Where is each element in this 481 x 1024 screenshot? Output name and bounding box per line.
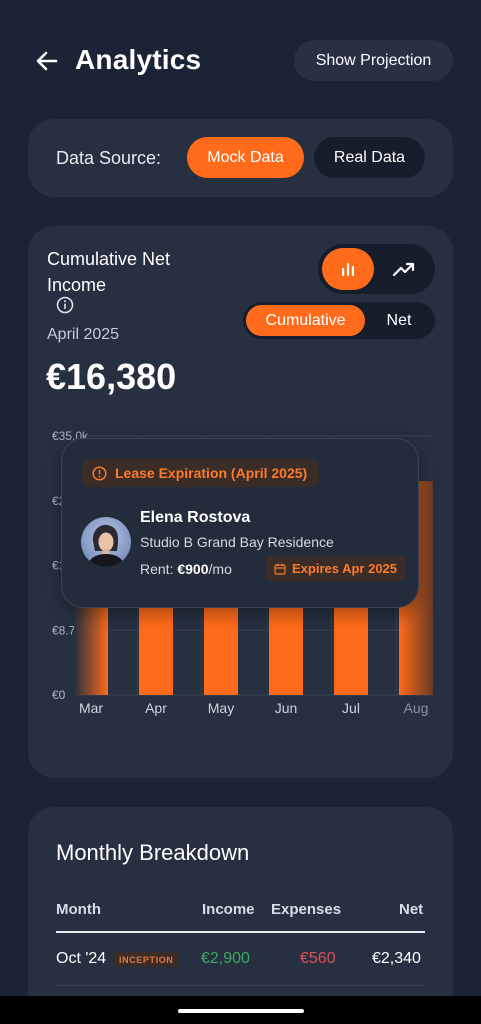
real-data-button[interactable]: Real Data <box>314 137 425 178</box>
rent-unit: /mo <box>208 561 232 577</box>
lease-expiration-badge: Lease Expiration (April 2025) <box>82 459 320 487</box>
column-header-expenses: Expenses <box>271 901 342 918</box>
x-tick-label: May <box>208 700 234 716</box>
row-divider <box>56 985 425 986</box>
x-tick-label: Aug <box>404 700 429 716</box>
rent-value: €900 <box>177 561 209 577</box>
alert-circle-icon <box>92 465 107 481</box>
page-title: Analytics <box>75 44 202 75</box>
monthly-breakdown-card: Monthly Breakdown Month Income Expenses … <box>28 807 453 1024</box>
property-name: Studio B Grand Bay Residence <box>140 534 334 550</box>
data-source-label: Data Source: <box>56 148 162 168</box>
y-tick-label: €0 <box>52 688 66 702</box>
analytics-screen: Analytics Show Projection Data Source: M… <box>0 0 481 1024</box>
lease-expiration-text: Lease Expiration (April 2025) <box>115 465 308 481</box>
column-header-income: Income <box>202 901 255 918</box>
inception-badge: INCEPTION <box>114 952 179 967</box>
tenant-avatar <box>81 517 131 567</box>
back-arrow-icon[interactable] <box>34 48 60 74</box>
calendar-icon <box>274 563 286 575</box>
rent-info: Rent: €900/mo <box>140 561 232 577</box>
x-tick-label: Jul <box>342 700 360 716</box>
expires-text: Expires Apr 2025 <box>292 561 398 576</box>
column-header-net: Net <box>399 901 424 918</box>
tenant-name: Elena Rostova <box>140 509 251 526</box>
lease-tooltip: Lease Expiration (April 2025) Elena Rost… <box>61 438 419 608</box>
x-tick-label: Mar <box>79 700 103 716</box>
row-month: Oct '24 <box>56 950 107 967</box>
mock-data-button[interactable]: Mock Data <box>187 137 304 178</box>
data-source-card: Data Source: Mock Data Real Data <box>28 119 453 197</box>
x-tick-label: Apr <box>145 700 167 716</box>
x-tick-label: Jun <box>275 700 298 716</box>
row-net: €2,340 <box>372 950 421 967</box>
column-header-month: Month <box>56 901 101 918</box>
breakdown-title: Monthly Breakdown <box>56 840 250 865</box>
row-expenses: €560 <box>300 950 336 967</box>
home-indicator[interactable] <box>178 1009 304 1013</box>
rent-label: Rent: <box>140 561 174 577</box>
row-income: €2,900 <box>201 950 250 967</box>
expires-badge: Expires Apr 2025 <box>266 556 406 581</box>
header-divider <box>56 931 425 933</box>
show-projection-button[interactable]: Show Projection <box>294 40 453 81</box>
